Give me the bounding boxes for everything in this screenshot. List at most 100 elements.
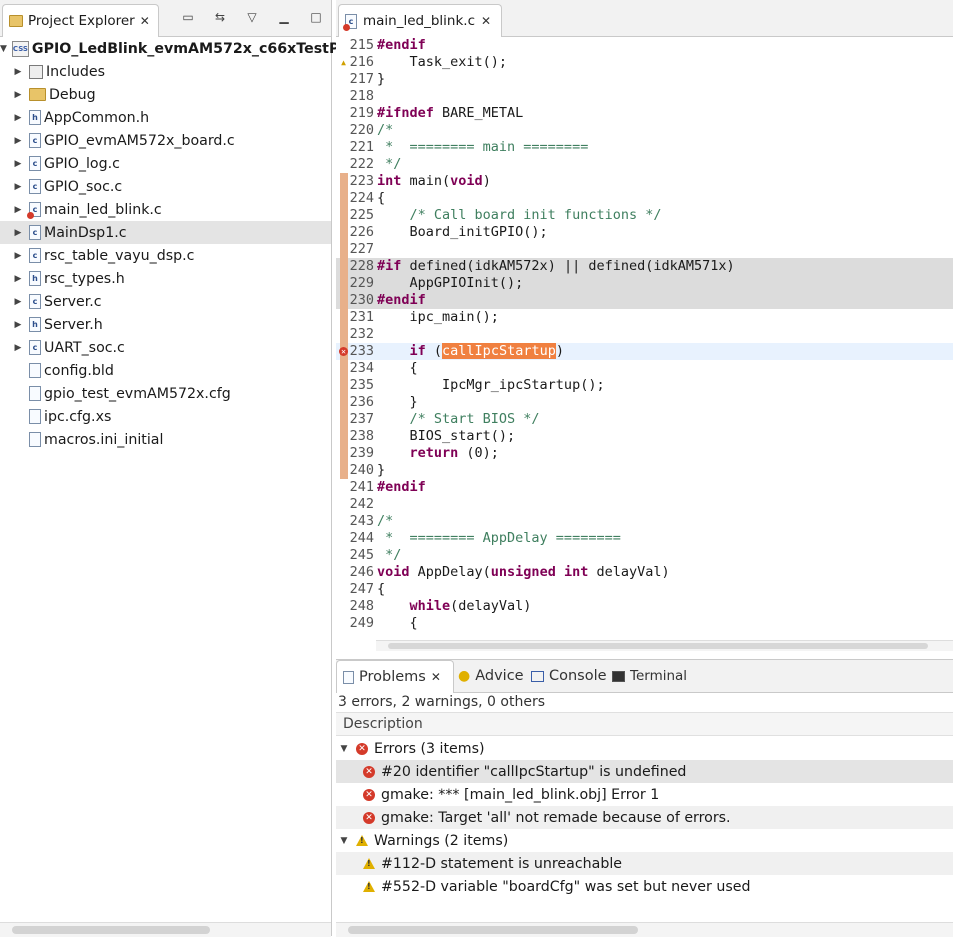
code-line[interactable]: 247{: [336, 581, 953, 598]
code-line[interactable]: 225 /* Call board init functions */: [336, 207, 953, 224]
scrollbar-thumb[interactable]: [348, 926, 638, 934]
code-line[interactable]: 219 #ifndef BARE_METAL: [336, 105, 953, 122]
problem-row[interactable]: ! #112-D statement is unreachable: [336, 852, 953, 875]
editor-horizontal-scrollbar[interactable]: [376, 640, 953, 651]
problems-horizontal-scrollbar[interactable]: [336, 922, 953, 937]
tree-item[interactable]: ipc.cfg.xs: [0, 405, 331, 428]
tab-terminal[interactable]: Terminal: [612, 660, 687, 692]
expand-arrow-icon[interactable]: ▶: [12, 159, 24, 169]
problem-row[interactable]: ✕ #20 identifier "callIpcStartup" is und…: [336, 760, 953, 783]
code-line[interactable]: 241 #endif: [336, 479, 953, 496]
expand-arrow-icon[interactable]: ▶: [12, 274, 24, 284]
expand-arrow-icon[interactable]: ▶: [12, 136, 24, 146]
tree-item[interactable]: config.bld: [0, 359, 331, 382]
tree-item[interactable]: ▶ c Server.c: [0, 290, 331, 313]
tab-console[interactable]: Console: [531, 660, 607, 692]
close-icon[interactable]: ✕: [140, 14, 150, 28]
tab-problems[interactable]: Problems ✕: [336, 660, 454, 693]
expand-arrow-icon[interactable]: ▶: [12, 205, 24, 215]
warning-marker-icon[interactable]: ▲: [339, 58, 348, 67]
tree-item[interactable]: ▶ h AppCommon.h: [0, 106, 331, 129]
code-line[interactable]: 237 /* Start BIOS */: [336, 411, 953, 428]
expand-arrow-icon[interactable]: ▼: [338, 836, 350, 846]
tree-item[interactable]: ▶ c GPIO_soc.c: [0, 175, 331, 198]
group-errors[interactable]: ▼ ✕ Errors (3 items): [336, 737, 953, 760]
tree-item[interactable]: ▶ c GPIO_log.c: [0, 152, 331, 175]
code-line[interactable]: 226 Board_initGPIO();: [336, 224, 953, 241]
problem-row[interactable]: ✕ gmake: Target 'all' not remade because…: [336, 806, 953, 829]
code-area[interactable]: 215 #endif ▲ 216 Task_exit(); 217} 218 219 #ifn…: [336, 37, 953, 632]
minimize-icon[interactable]: ▁: [277, 10, 291, 24]
tree-item[interactable]: ▶ c main_led_blink.c: [0, 198, 331, 221]
view-menu-icon[interactable]: ▽: [245, 10, 259, 24]
expand-arrow-icon[interactable]: ▼: [338, 744, 350, 754]
tree-item[interactable]: macros.ini_initial: [0, 428, 331, 451]
code-line[interactable]: 248 while(delayVal): [336, 598, 953, 615]
code-line[interactable]: 220/*: [336, 122, 953, 139]
code-line[interactable]: 231 ipc_main();: [336, 309, 953, 326]
code-line[interactable]: 215 #endif: [336, 37, 953, 54]
code-line[interactable]: 246 void AppDelay(unsigned int delayVal): [336, 564, 953, 581]
column-header-description[interactable]: Description: [336, 712, 953, 736]
code-line[interactable]: 222 */: [336, 156, 953, 173]
expand-arrow-icon[interactable]: ▶: [12, 251, 24, 261]
code-line[interactable]: 227: [336, 241, 953, 258]
code-line[interactable]: 238 BIOS_start();: [336, 428, 953, 445]
tree-item[interactable]: ▶ h rsc_types.h: [0, 267, 331, 290]
tree-item[interactable]: ▶ c UART_soc.c: [0, 336, 331, 359]
error-marker-icon[interactable]: ✕: [339, 347, 348, 356]
tree-item[interactable]: ▶ h Server.h: [0, 313, 331, 336]
code-line[interactable]: 242: [336, 496, 953, 513]
problem-row[interactable]: ! #552-D variable "boardCfg" was set but…: [336, 875, 953, 898]
scrollbar-thumb[interactable]: [388, 643, 928, 649]
code-line[interactable]: 249 {: [336, 615, 953, 632]
expand-arrow-icon[interactable]: ▶: [12, 90, 24, 100]
expand-arrow-icon[interactable]: ▶: [12, 343, 24, 353]
code-line[interactable]: 217}: [336, 71, 953, 88]
code-line[interactable]: 221 * ======== main ========: [336, 139, 953, 156]
tab-main-led-blink[interactable]: c main_led_blink.c ✕: [338, 4, 503, 37]
close-icon[interactable]: ✕: [481, 14, 491, 28]
code-line[interactable]: 223 int main(void): [336, 173, 953, 190]
tree-item[interactable]: ▶ c MainDsp1.c: [0, 221, 331, 244]
problem-row[interactable]: ✕ gmake: *** [main_led_blink.obj] Error …: [336, 783, 953, 806]
tab-project-explorer[interactable]: Project Explorer ✕: [2, 4, 159, 37]
tree-item-project[interactable]: ▼ CSS GPIO_LedBlink_evmAM572x_c66xTestPr…: [0, 37, 361, 60]
maximize-icon[interactable]: □: [309, 10, 323, 24]
expand-arrow-icon[interactable]: ▶: [12, 67, 24, 77]
code-line[interactable]: 235 IpcMgr_ipcStartup();: [336, 377, 953, 394]
expand-arrow-icon[interactable]: ▶: [12, 297, 24, 307]
code-line[interactable]: 240}: [336, 462, 953, 479]
tree-item[interactable]: gpio_test_evmAM572x.cfg: [0, 382, 331, 405]
expand-arrow-icon[interactable]: ▶: [12, 182, 24, 192]
tab-advice[interactable]: ● Advice: [458, 660, 524, 692]
expand-arrow-icon[interactable]: ▶: [12, 113, 24, 123]
code-line[interactable]: ✕ 233 if (callIpcStartup): [336, 343, 953, 360]
collapse-all-icon[interactable]: ▭: [181, 10, 195, 24]
tree-item[interactable]: ▶ c rsc_table_vayu_dsp.c: [0, 244, 331, 267]
code-line[interactable]: 236 }: [336, 394, 953, 411]
explorer-horizontal-scrollbar[interactable]: [0, 922, 331, 937]
code-line[interactable]: 243/*: [336, 513, 953, 530]
close-icon[interactable]: ✕: [431, 670, 441, 684]
expand-arrow-icon[interactable]: ▶: [12, 228, 24, 238]
tree-item[interactable]: ▶ c GPIO_evmAM572x_board.c: [0, 129, 331, 152]
code-line[interactable]: 239 return (0);: [336, 445, 953, 462]
code-line[interactable]: 232: [336, 326, 953, 343]
scrollbar-thumb[interactable]: [12, 926, 210, 934]
code-line[interactable]: 218: [336, 88, 953, 105]
code-line[interactable]: 224{: [336, 190, 953, 207]
code-line[interactable]: 234 {: [336, 360, 953, 377]
expand-arrow-icon[interactable]: ▶: [12, 320, 24, 330]
group-warnings[interactable]: ▼ ! Warnings (2 items): [336, 829, 953, 852]
expand-arrow-icon[interactable]: ▼: [0, 44, 7, 54]
code-line[interactable]: ▲ 216 Task_exit();: [336, 54, 953, 71]
tree-item[interactable]: ▶ Debug: [0, 83, 331, 106]
code-line[interactable]: 229 AppGPIOInit();: [336, 275, 953, 292]
code-line[interactable]: 244 * ======== AppDelay ========: [336, 530, 953, 547]
code-line[interactable]: 228 #if defined(idkAM572x) || defined(idk…: [336, 258, 953, 275]
tree-item[interactable]: ▶ Includes: [0, 60, 331, 83]
link-with-editor-icon[interactable]: ⇆: [213, 10, 227, 24]
code-line[interactable]: 245 */: [336, 547, 953, 564]
code-line[interactable]: 230 #endif: [336, 292, 953, 309]
